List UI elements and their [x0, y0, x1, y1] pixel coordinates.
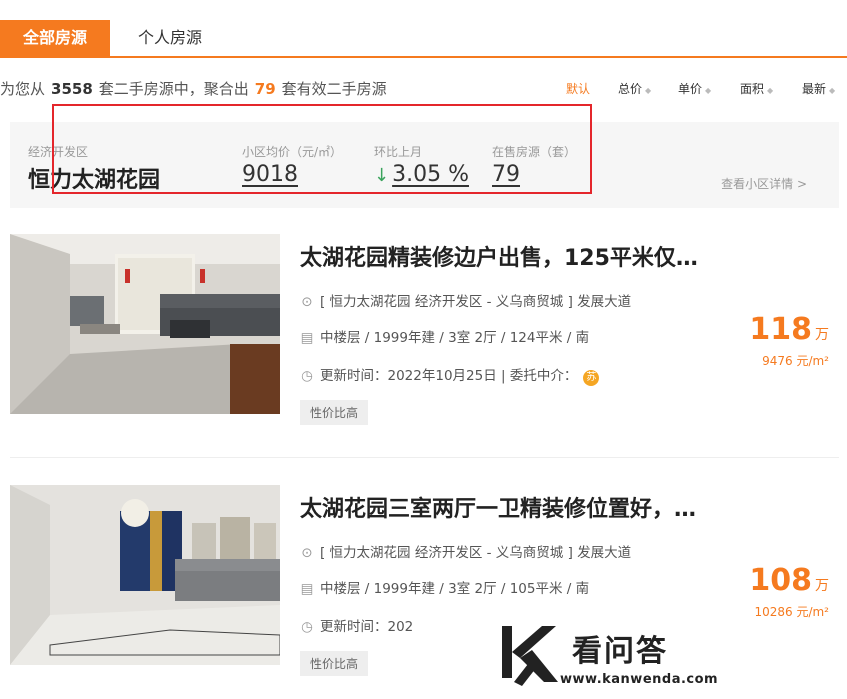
sort-newest-label: 最新 — [802, 82, 827, 96]
update-text: 更新时间：2022年10月25日 | 委托中介： — [320, 368, 578, 384]
living-room-photo — [10, 234, 280, 414]
summary-suffix: 套有效二手房源 — [281, 80, 387, 98]
mom-label: 环比上月 — [374, 145, 423, 159]
watermark-text: 看问答 — [572, 634, 668, 669]
summary-middle: 套二手房源中，聚合出 — [98, 80, 249, 98]
sort-caret-icon: ◆ — [645, 86, 652, 95]
avg-price-label: 小区均价（元/㎡） — [242, 145, 343, 159]
price-value: 108 — [749, 563, 812, 598]
location-pin-icon: ⊙ — [301, 294, 313, 310]
site-watermark: 看问答 www.kanwenda.com — [490, 612, 718, 699]
sort-total-price[interactable]: 总价 ◆ — [618, 80, 651, 97]
mom-percent: 3.05 % — [392, 162, 469, 187]
tab-all-listings[interactable]: 全部房源 — [0, 20, 110, 56]
price-value: 118 — [749, 312, 812, 347]
building-icon: ▤ — [300, 581, 314, 597]
building-icon: ▤ — [300, 330, 314, 346]
price-unit: 万 — [815, 578, 829, 594]
listing-price: 108 万 — [749, 563, 829, 598]
avg-price-value[interactable]: 9018 — [242, 162, 298, 187]
listing-card[interactable]: 太湖花园精装修边户出售，125平米仅… ⊙ [ 恒力太湖花园 经济开发区 - 义乌… — [10, 234, 839, 434]
listing-address: ⊙ [ 恒力太湖花园 经济开发区 - 义乌商贸城 ] 发展大道 — [300, 541, 631, 561]
layout-text: 中楼层 / 1999年建 / 3室 2厅 / 124平米 / 南 — [320, 330, 590, 346]
address-text: [ 恒力太湖花园 经济开发区 - 义乌商贸城 ] 发展大道 — [320, 545, 632, 561]
listing-layout: ▤ 中楼层 / 1999年建 / 3室 2厅 / 105平米 / 南 — [300, 577, 590, 597]
sort-default-label: 默认 — [566, 82, 591, 96]
address-text: [ 恒力太湖花园 经济开发区 - 义乌商贸城 ] 发展大道 — [320, 294, 632, 310]
listing-title[interactable]: 太湖花园精装修边户出售，125平米仅… — [300, 240, 698, 272]
listing-page: 全部房源 个人房源 为您从 3558 套二手房源中，聚合出 79 套有效二手房源 默认 … — [0, 0, 847, 699]
sort-default[interactable]: 默认 — [566, 80, 590, 97]
agent-badge[interactable]: 苏 — [583, 370, 600, 386]
listing-divider — [10, 457, 839, 458]
tab-personal-listings[interactable]: 个人房源 — [110, 20, 230, 56]
listing-update: ◷ 更新时间：202 — [300, 615, 413, 635]
matched-count: 79 — [254, 80, 276, 98]
sort-unit-price[interactable]: 单价 ◆ — [678, 80, 711, 97]
community-name[interactable]: 恒力太湖花园 — [28, 162, 160, 194]
price-unit: 万 — [815, 327, 829, 343]
source-tabs: 全部房源 个人房源 — [0, 20, 847, 58]
watermark-url: www.kanwenda.com — [560, 672, 719, 687]
sort-caret-icon: ◆ — [829, 86, 836, 95]
listing-tag: 性价比高 — [300, 400, 369, 425]
sort-unit-price-label: 单价 — [678, 82, 703, 96]
update-text: 更新时间：202 — [320, 619, 414, 635]
sort-area[interactable]: 面积 ◆ — [740, 80, 773, 97]
sort-total-price-label: 总价 — [618, 82, 643, 96]
summary-prefix: 为您从 — [0, 80, 46, 98]
sort-newest[interactable]: 最新 ◆ — [802, 80, 835, 97]
arrow-down-icon: ↓ — [374, 165, 390, 186]
listing-card[interactable]: 太湖花园三室两厅一卫精装修位置好，… ⊙ [ 恒力太湖花园 经济开发区 - 义乌商… — [10, 485, 839, 685]
total-count: 3558 — [51, 80, 93, 98]
listing-layout: ▤ 中楼层 / 1999年建 / 3室 2厅 / 124平米 / 南 — [300, 326, 590, 346]
listing-price: 118 万 — [749, 312, 829, 347]
listing-photo[interactable] — [10, 234, 280, 414]
sort-caret-icon: ◆ — [705, 86, 712, 95]
mom-value[interactable]: ↓ 3.05 % — [374, 162, 469, 187]
clock-icon: ◷ — [301, 368, 313, 384]
result-summary: 为您从 3558 套二手房源中，聚合出 79 套有效二手房源 — [0, 78, 387, 99]
listing-tag: 性价比高 — [300, 651, 369, 676]
sort-caret-icon: ◆ — [767, 86, 774, 95]
listing-title[interactable]: 太湖花园三室两厅一卫精装修位置好，… — [300, 491, 696, 523]
listing-address: ⊙ [ 恒力太湖花园 经济开发区 - 义乌商贸城 ] 发展大道 — [300, 290, 631, 310]
listing-photo[interactable] — [10, 485, 280, 665]
community-summary: 经济开发区 恒力太湖花园 小区均价（元/㎡） 9018 环比上月 ↓ 3.05 %… — [10, 122, 839, 208]
on-sale-label: 在售房源（套） — [492, 145, 577, 159]
layout-text: 中楼层 / 1999年建 / 3室 2厅 / 105平米 / 南 — [320, 581, 590, 597]
listing-unit-price: 10286 元/m² — [754, 605, 829, 619]
sort-area-label: 面积 — [740, 82, 765, 96]
living-room-photo — [10, 485, 280, 665]
listing-update: ◷ 更新时间：2022年10月25日 | 委托中介： 苏 — [300, 364, 600, 386]
kanwenda-logo-icon — [502, 626, 558, 686]
community-detail-link[interactable]: 查看小区详情 > — [721, 175, 807, 192]
clock-icon: ◷ — [301, 619, 313, 635]
on-sale-value[interactable]: 79 — [492, 162, 520, 187]
location-pin-icon: ⊙ — [301, 545, 313, 561]
community-district: 经济开发区 — [28, 145, 89, 159]
listing-unit-price: 9476 元/m² — [762, 354, 829, 368]
